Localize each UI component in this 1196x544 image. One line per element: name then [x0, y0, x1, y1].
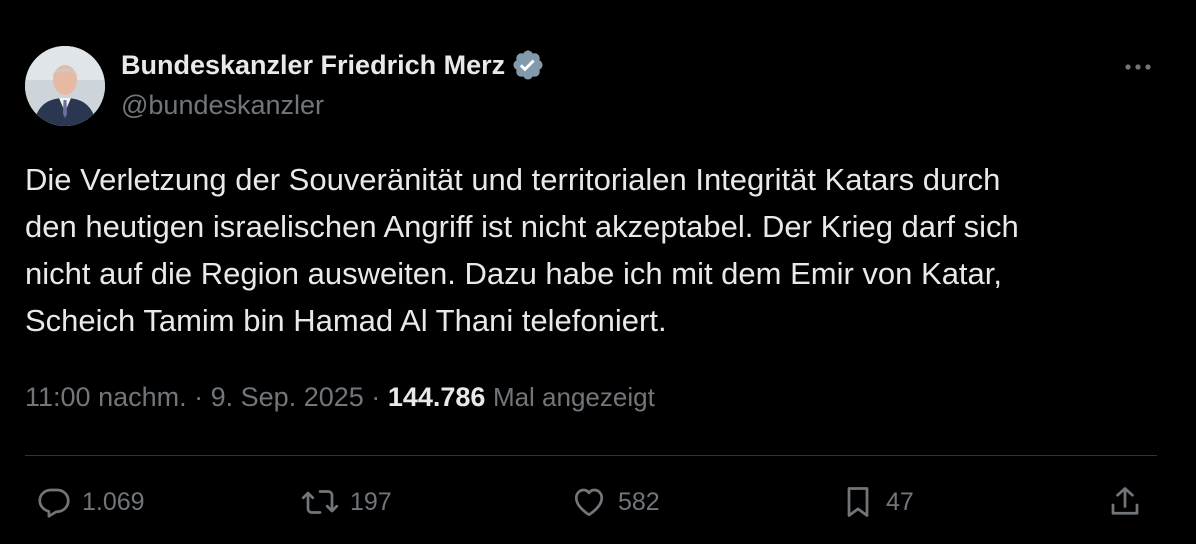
- tweet-meta: 11:00 nachm. · 9. Sep. 2025 · 144.786 Ma…: [25, 382, 655, 413]
- retweet-icon: [300, 484, 340, 520]
- author-handle[interactable]: @bundeskanzler: [121, 90, 324, 121]
- meta-separator: ·: [194, 382, 204, 412]
- more-icon[interactable]: [1120, 58, 1156, 76]
- author-name-row[interactable]: Bundeskanzler Friedrich Merz: [121, 48, 545, 82]
- bookmark-count: 47: [886, 487, 914, 516]
- like-count: 582: [618, 487, 660, 516]
- bookmark-button[interactable]: 47: [840, 482, 914, 522]
- tweet-card: Bundeskanzler Friedrich Merz @bundeskanz…: [0, 0, 1196, 544]
- tweet-date[interactable]: 9. Sep. 2025: [211, 382, 364, 412]
- retweet-count: 197: [350, 487, 392, 516]
- tweet-text: Die Verletzung der Souveränität und terr…: [25, 162, 1019, 338]
- bookmark-icon: [840, 483, 876, 521]
- share-icon: [1107, 483, 1143, 521]
- divider: [25, 455, 1157, 456]
- author-name[interactable]: Bundeskanzler Friedrich Merz: [121, 50, 505, 81]
- reply-icon: [36, 484, 72, 520]
- avatar-image: [25, 46, 105, 126]
- tweet-time[interactable]: 11:00 nachm.: [25, 382, 187, 412]
- reply-button[interactable]: 1.069: [36, 482, 145, 522]
- avatar[interactable]: [25, 46, 105, 126]
- views-label: Mal angezeigt: [492, 382, 655, 412]
- reply-count: 1.069: [82, 487, 145, 516]
- retweet-button[interactable]: 197: [300, 482, 392, 522]
- meta-separator: ·: [371, 382, 381, 412]
- verified-badge-icon[interactable]: [511, 48, 545, 82]
- like-button[interactable]: 582: [570, 482, 660, 522]
- heart-icon: [570, 484, 608, 520]
- share-button[interactable]: [1107, 482, 1143, 522]
- views-count: 144.786: [387, 382, 486, 412]
